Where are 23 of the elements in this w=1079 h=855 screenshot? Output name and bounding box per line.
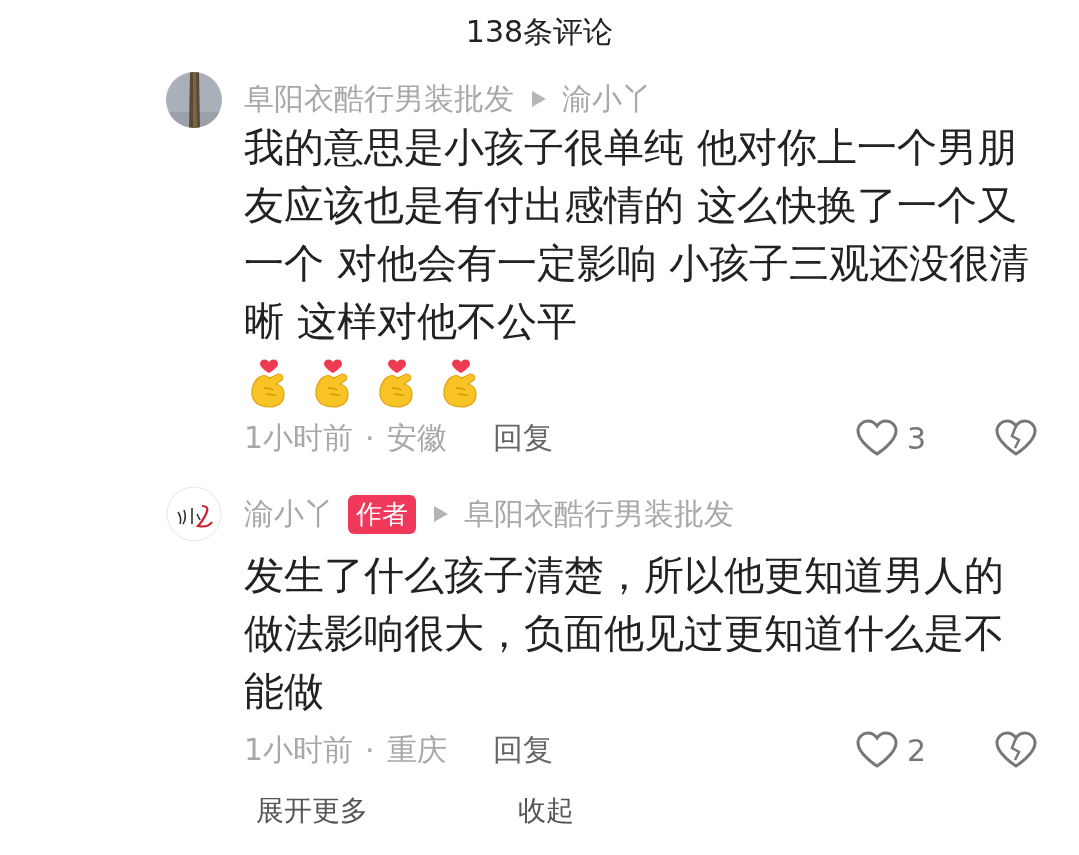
- comment-location: 重庆: [386, 730, 447, 769]
- separator-dot: ·: [365, 732, 375, 768]
- user-name[interactable]: 渝小丫: [244, 493, 334, 535]
- reply-button[interactable]: 回复: [492, 417, 553, 459]
- separator-dot: ·: [365, 420, 375, 456]
- user-name[interactable]: 渝小丫: [562, 78, 652, 120]
- expand-more-button[interactable]: 展开更多: [256, 794, 368, 828]
- user-name[interactable]: 阜阳衣酷行男装批发: [464, 493, 734, 535]
- author-badge: 作者: [348, 494, 416, 534]
- play-icon: [432, 504, 450, 524]
- comment-text: 我的意思是小孩子很单纯 他对你上一个男朋友应该也是有付出感情的 这么快换了一个又一个 对他会有一定影响 小孩子三观还没很清晰 这样对他不公平: [244, 124, 1030, 344]
- user-name[interactable]: 阜阳衣酷行男装批发: [244, 78, 514, 120]
- comment-location: 安徽: [386, 418, 447, 457]
- broken-heart-icon[interactable]: [994, 730, 1038, 770]
- broken-heart-icon[interactable]: [994, 418, 1038, 458]
- collapse-button[interactable]: 收起: [518, 794, 574, 828]
- comment-text: 发生了什么孩子清楚，所以他更知道男人的做法影响很大，负面他见过更知道什么是不能做: [244, 552, 1004, 714]
- comment-time: 1小时前: [244, 418, 354, 457]
- play-icon: [530, 89, 548, 109]
- comments-title: 138条评论: [465, 13, 614, 51]
- reply-button[interactable]: 回复: [492, 729, 553, 771]
- avatar-logo: [166, 486, 222, 542]
- comment-time: 1小时前: [244, 730, 354, 769]
